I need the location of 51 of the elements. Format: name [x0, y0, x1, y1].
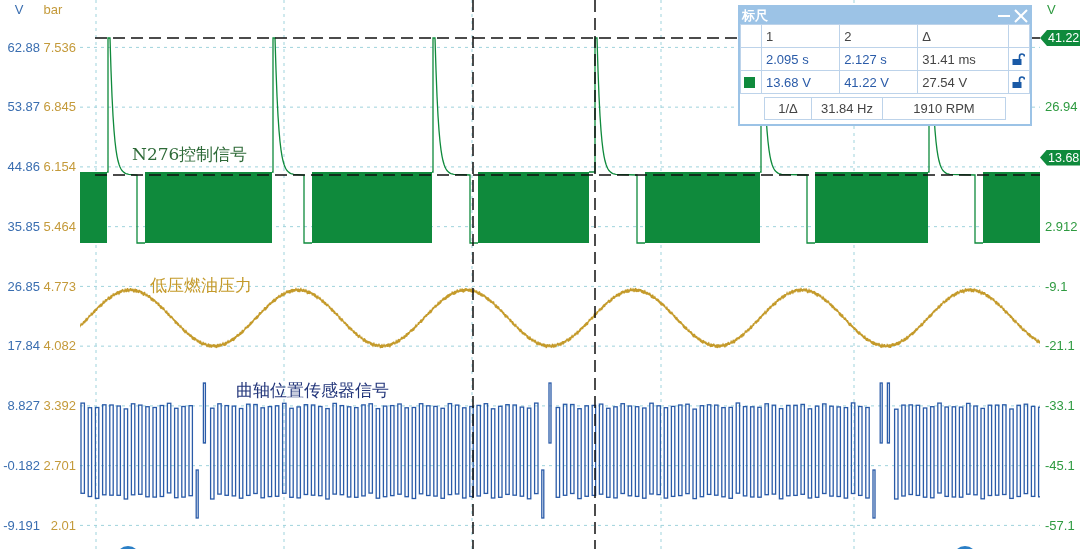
tick-label: 2.912 — [1044, 218, 1078, 234]
tick-label: 2.701 — [42, 457, 76, 473]
padlock-icon[interactable] — [1012, 52, 1025, 66]
tick-label: 3.392 — [42, 398, 76, 413]
tick-label: 4.082 — [42, 338, 76, 354]
padlock-icon[interactable] — [1012, 75, 1025, 89]
table-cell: 1/Δ — [765, 98, 812, 119]
axis-unit: V — [13, 2, 25, 18]
trace-label: 曲轴位置传感器信号 — [236, 379, 389, 402]
tick-label: 5.464 — [42, 218, 76, 234]
cursor-line[interactable] — [472, 0, 474, 549]
cursor-value-tag: 13.68 — [1040, 149, 1080, 166]
table-cell-text: 1910 RPM — [912, 100, 976, 118]
tick-label: -33.1 — [1044, 398, 1075, 413]
column-header: 2 — [839, 24, 918, 48]
column-header: Δ — [917, 24, 1009, 48]
table-cell: 31.84 Hz — [812, 98, 883, 119]
tick-label: -21.1 — [1044, 338, 1075, 354]
trace-label: N276控制信号 — [132, 143, 248, 166]
cursor-value-tag: 41.22 — [1040, 30, 1080, 46]
trace-label: 低压燃油压力 — [150, 274, 252, 297]
table-cell: 27.54 V — [917, 70, 1009, 94]
table-cell: 2.127 s — [839, 47, 918, 71]
tick-label: 6.154 — [42, 159, 76, 174]
tick-label: -57.1 — [1044, 517, 1075, 533]
cursor-line[interactable] — [594, 0, 596, 549]
column-header: 1 — [761, 24, 840, 48]
tick-label: 6.845 — [42, 99, 76, 115]
tick-label: 2.01 — [49, 517, 76, 533]
axis-unit: V — [1046, 2, 1056, 18]
axis-unit: bar — [42, 2, 64, 18]
tick-label: 4.773 — [42, 278, 76, 294]
tick-label: 8.827 — [6, 398, 40, 413]
table-cell: 13.68 V — [761, 70, 840, 94]
tick-label: 17.84 — [6, 338, 40, 354]
cursor-line[interactable] — [94, 174, 1040, 176]
tick-label: -9.1 — [1044, 278, 1068, 294]
tick-label: 35.85 — [6, 218, 40, 234]
tick-label: -45.1 — [1044, 457, 1075, 473]
tick-label: 26.94 — [1044, 99, 1078, 115]
tick-label: -9.191 — [2, 517, 40, 533]
tick-label: 44.86 — [6, 159, 40, 174]
panel-title: 标尺 — [742, 6, 768, 25]
tick-label: 53.87 — [6, 99, 40, 115]
table-cell: 2.095 s — [761, 47, 840, 71]
tick-label: 62.88 — [6, 39, 40, 55]
table-cell: 41.22 V — [839, 70, 918, 94]
table-cell: 31.41 ms — [917, 47, 1009, 71]
tick-label: 26.85 — [6, 278, 40, 294]
tick-label: 7.536 — [42, 39, 76, 55]
tick-label: -0.182 — [2, 457, 40, 473]
